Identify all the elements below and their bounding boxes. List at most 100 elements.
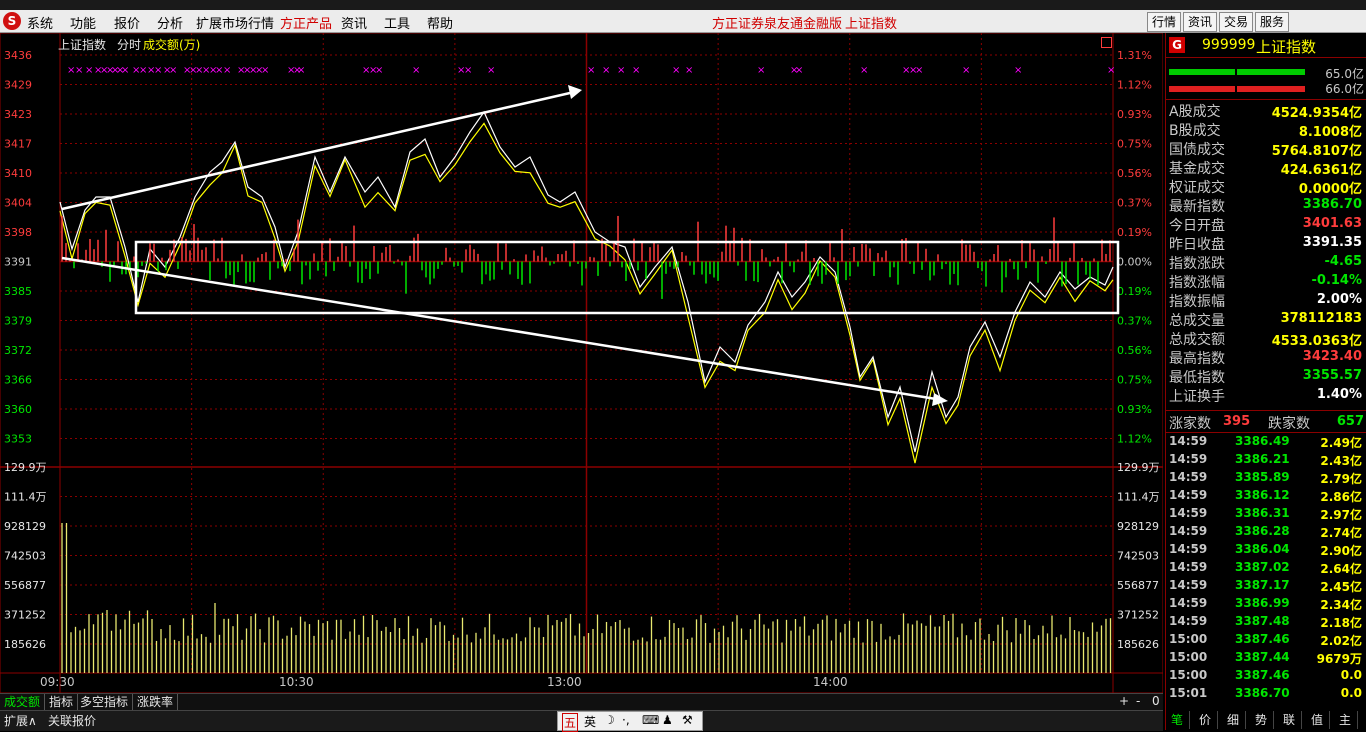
stat-value: 5764.8107亿 [1271, 144, 1362, 159]
tick-amount: 2.43亿 [1320, 454, 1362, 468]
expand-button[interactable]: 扩展∧ [4, 712, 37, 730]
tick-row: 14:59 3386.99 2.34亿 [1169, 596, 1365, 614]
volume-tick-label: 129.9万 [4, 461, 47, 474]
signal-marker: × [672, 65, 680, 76]
stat-label: 基金成交 [1169, 161, 1225, 177]
zoom-reset-button[interactable]: 0 [1152, 694, 1160, 708]
keyboard-icon[interactable]: ⌨ [642, 713, 659, 727]
price-tick-label: 3410 [4, 167, 32, 180]
intraday-chart[interactable]: 3436 1.31% 3429 1.12% 3423 0.93% 3417 0.75% 3410… [0, 33, 1163, 710]
price-tick-label: 3404 [4, 197, 32, 210]
stat-value: 8.1008亿 [1298, 125, 1362, 140]
user-icon[interactable]: ♟ [662, 713, 673, 727]
tick-amount: 2.97亿 [1320, 508, 1362, 522]
menu-item-tools[interactable]: 工具 [384, 13, 410, 32]
panel-tab[interactable]: 细 [1221, 711, 1246, 729]
tick-price: 3387.17 [1235, 578, 1290, 592]
pct-tick-label: 0.19% [1117, 226, 1152, 239]
button-trade[interactable]: 交易 [1219, 12, 1253, 32]
tick-price: 3386.04 [1235, 542, 1290, 556]
tick-time: 14:59 [1169, 596, 1208, 610]
ime-mode-icon[interactable]: 五 [562, 713, 579, 732]
menu-item-analysis[interactable]: 分析 [157, 13, 183, 32]
tick-time: 15:00 [1169, 650, 1208, 664]
stat-row: 国债成交 5764.8107亿 [1169, 139, 1365, 159]
menu-item-function[interactable]: 功能 [70, 13, 96, 32]
tick-row: 15:00 3387.46 0.0 [1169, 668, 1365, 686]
stat-label: 指数涨幅 [1169, 275, 1225, 291]
chart-outer-frame [0, 33, 1163, 693]
pct-tick-label: 1.12% [1117, 79, 1152, 92]
tick-row: 15:01 3386.70 0.0 [1169, 686, 1365, 704]
maximize-icon[interactable] [1101, 37, 1112, 48]
tick-row: 14:59 3386.28 2.74亿 [1169, 524, 1365, 542]
button-market[interactable]: 行情 [1147, 12, 1181, 32]
price-tick-label: 3385 [4, 285, 32, 298]
signal-marker: × [685, 65, 693, 76]
tick-amount: 9679万 [1316, 652, 1362, 666]
panel-tab[interactable]: 主 [1333, 711, 1358, 729]
tab-indicator[interactable]: 指标 [45, 694, 79, 710]
tick-time: 14:59 [1169, 560, 1208, 574]
tick-amount: 2.64亿 [1320, 562, 1362, 576]
signal-marker: × [223, 65, 231, 76]
volume-tick-label-right: 556877 [1117, 579, 1159, 592]
tick-price: 3386.31 [1235, 506, 1290, 520]
time-tick-label: 13:00 [547, 675, 582, 689]
button-news[interactable]: 资讯 [1183, 12, 1217, 32]
signal-marker: × [261, 65, 269, 76]
menu-item-fangzheng-products[interactable]: 方正产品 [280, 13, 332, 32]
volume-tick-label: 185626 [4, 638, 46, 651]
annotation-arrow-down [61, 256, 937, 401]
panel-tab[interactable]: 势 [1249, 711, 1274, 729]
stat-row: A股成交 4524.9354亿 [1169, 101, 1365, 121]
tick-time: 14:59 [1169, 434, 1208, 448]
signal-marker: × [297, 65, 305, 76]
stat-label: 上证换手 [1169, 389, 1225, 405]
price-tick-label: 3436 [4, 49, 32, 62]
panel-tab[interactable]: 笔 [1165, 711, 1190, 729]
related-quotes-button[interactable]: 关联报价 [48, 712, 96, 730]
button-service[interactable]: 服务 [1255, 12, 1289, 32]
menu-item-news[interactable]: 资讯 [341, 13, 367, 32]
stat-row: 最低指数 3355.57 [1169, 367, 1365, 386]
panel-tab[interactable]: 价 [1193, 711, 1218, 729]
panel-tab[interactable]: 值 [1305, 711, 1330, 729]
price-tick-label: 3429 [4, 79, 32, 92]
tick-time: 14:59 [1169, 524, 1208, 538]
zoom-out-button[interactable]: - [1136, 694, 1140, 708]
stat-value: 1.40% [1316, 387, 1362, 402]
price-tick-label: 3391 [4, 256, 32, 269]
zoom-in-button[interactable]: + [1119, 694, 1129, 708]
stat-value: -4.65 [1324, 254, 1362, 269]
app-logo-icon[interactable]: S [3, 12, 21, 30]
moon-icon[interactable]: ☽ [604, 713, 615, 727]
wrench-icon[interactable]: ⚒ [682, 713, 693, 727]
signal-marker: × [587, 65, 595, 76]
menu-item-extended-market[interactable]: 扩展市场行情 [196, 13, 274, 32]
tick-amount: 2.49亿 [1320, 436, 1362, 450]
stat-value: 3391.35 [1302, 235, 1362, 250]
menu-item-system[interactable]: 系统 [27, 13, 53, 32]
tick-row: 15:00 3387.44 9679万 [1169, 650, 1365, 668]
menu-item-help[interactable]: 帮助 [427, 13, 453, 32]
volume-tick-label-right: 129.9万 [1117, 461, 1160, 474]
panel-tab[interactable]: 联 [1277, 711, 1302, 729]
tick-time: 14:59 [1169, 578, 1208, 592]
tab-long-short[interactable]: 多空指标 [76, 694, 134, 710]
chart-mode-label[interactable]: 分时 [117, 36, 141, 53]
price-tick-label: 3398 [4, 226, 32, 239]
punctuation-icon[interactable]: ·, [622, 713, 630, 727]
tab-turnover[interactable]: 成交额 [0, 694, 46, 710]
up-count: 395 [1223, 414, 1251, 429]
signal-marker: × [487, 65, 495, 76]
signal-marker: × [602, 65, 610, 76]
volume-bar-red-2 [1237, 86, 1305, 92]
ime-lang-toggle[interactable]: 英 [584, 713, 596, 730]
signal-marker: × [1014, 65, 1022, 76]
menu-item-quote[interactable]: 报价 [114, 13, 140, 32]
pct-tick-label: 0.75% [1117, 138, 1152, 151]
stat-value: -0.14% [1311, 273, 1363, 288]
stat-row: 总成交量 378112183 [1169, 310, 1365, 329]
tab-advance-decline[interactable]: 涨跌率 [133, 694, 179, 710]
